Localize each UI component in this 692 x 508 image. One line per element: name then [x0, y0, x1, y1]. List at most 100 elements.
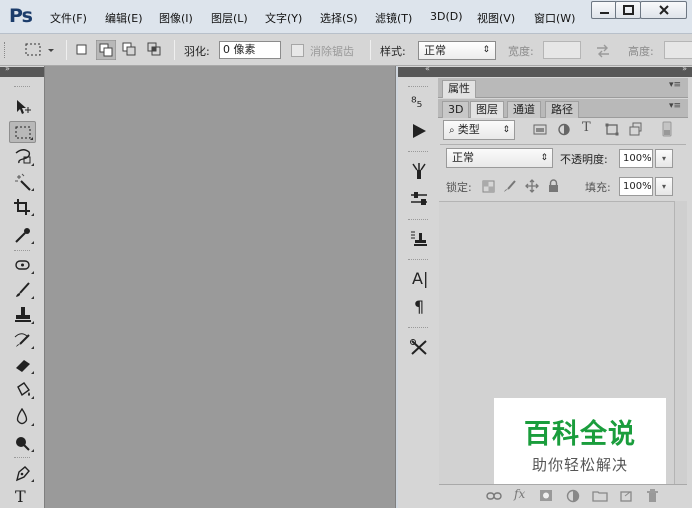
eraser-tool[interactable] — [9, 354, 36, 376]
swap-dimensions-icon[interactable] — [595, 44, 611, 58]
chevron-down-icon: ▾ — [661, 154, 666, 163]
brush-presets-button[interactable] — [402, 160, 436, 182]
type-tool[interactable]: T — [9, 486, 36, 508]
lock-transparent-pixels-icon[interactable] — [482, 180, 495, 193]
layers-scrollbar[interactable] — [674, 201, 687, 484]
clone-stamp-tool[interactable] — [9, 304, 36, 326]
character-panel-button[interactable]: A| — [402, 268, 436, 290]
new-selection-icon[interactable] — [74, 42, 90, 58]
menu-3d[interactable]: 3D(D) — [430, 10, 463, 23]
filter-shape-icon[interactable] — [605, 123, 619, 136]
collapse-icon: » — [5, 64, 10, 73]
dodge-tool[interactable] — [9, 432, 36, 454]
panel-menu-icon[interactable]: ▾≡ — [669, 101, 681, 111]
fx-icon[interactable]: fx — [514, 487, 525, 501]
menu-edit[interactable]: 编辑(E) — [105, 10, 143, 26]
filter-smart-object-icon[interactable] — [628, 122, 642, 136]
height-input[interactable] — [664, 41, 692, 59]
menu-view[interactable]: 视图(V) — [477, 10, 515, 26]
clone-source-button[interactable] — [402, 228, 436, 250]
clone-stamp-icon — [15, 307, 31, 322]
lasso-tool[interactable] — [9, 146, 36, 168]
filter-toggle-switch[interactable] — [662, 121, 672, 137]
marquee-preset-icon[interactable] — [24, 42, 58, 58]
rectangular-marquee-tool[interactable] — [9, 121, 36, 143]
panel-menu-icon[interactable]: ▾≡ — [669, 80, 681, 90]
maximize-button[interactable] — [615, 1, 641, 19]
menu-window[interactable]: 窗口(W) — [534, 10, 575, 26]
antialias-label: 消除锯齿 — [310, 45, 354, 58]
move-tool[interactable] — [9, 96, 36, 118]
tab-3d[interactable]: 3D — [442, 101, 470, 118]
dock-grip[interactable] — [408, 86, 428, 88]
app-logo: Ps — [9, 5, 33, 27]
paragraph-panel-button[interactable]: ¶ — [402, 296, 436, 318]
feather-input[interactable]: 0 像素 — [219, 41, 281, 59]
tab-layers[interactable]: 图层 — [470, 101, 504, 118]
fill-label: 填充: — [585, 181, 611, 194]
watermark: 百科全说 助你轻松解决 — [494, 398, 666, 484]
add-to-selection-icon[interactable] — [96, 40, 116, 60]
filter-pixel-icon[interactable] — [533, 123, 547, 136]
filter-adjustment-icon[interactable] — [557, 123, 571, 136]
history-brush-tool[interactable] — [9, 329, 36, 351]
subtract-selection-icon[interactable] — [120, 40, 138, 58]
menu-select[interactable]: 选择(S) — [320, 10, 358, 26]
fill-input[interactable]: 100% — [619, 177, 653, 196]
brush-tool[interactable] — [9, 279, 36, 301]
new-group-icon[interactable] — [592, 489, 608, 502]
right-panel-header[interactable]: » — [438, 64, 692, 77]
minimize-button[interactable] — [591, 1, 617, 19]
tab-paths[interactable]: 路径 — [545, 101, 579, 118]
style-select[interactable]: 正常 ⇕ — [418, 41, 496, 60]
blur-tool[interactable] — [9, 406, 36, 428]
menu-file[interactable]: 文件(F) — [50, 10, 87, 26]
options-bar: 羽化: 0 像素 消除锯齿 样式: 正常 ⇕ 宽度: 高度: — [0, 34, 692, 66]
close-button[interactable] — [640, 1, 687, 19]
adjustment-layer-icon[interactable] — [566, 489, 580, 503]
width-input[interactable] — [543, 41, 581, 59]
lock-all-icon[interactable] — [547, 179, 560, 193]
tool-presets-button[interactable] — [402, 188, 436, 210]
opacity-input[interactable]: 100% — [619, 149, 653, 168]
lock-position-icon[interactable] — [525, 179, 539, 193]
feather-label: 羽化: — [184, 45, 210, 58]
play-icon — [413, 124, 426, 138]
paint-bucket-tool[interactable] — [9, 379, 36, 401]
filter-type-icon[interactable]: T — [582, 120, 591, 135]
layer-filter-select[interactable]: ⌕ 类型 ⇕ — [443, 120, 515, 140]
tool-flyout-indicator — [31, 188, 34, 191]
tool-flyout-indicator — [31, 241, 34, 244]
blend-mode-select[interactable]: 正常 ⇕ — [446, 148, 553, 168]
fill-dropdown-button[interactable]: ▾ — [655, 177, 673, 196]
magic-wand-icon — [15, 173, 31, 191]
crop-tool[interactable] — [9, 196, 36, 218]
tab-properties[interactable]: 属性 — [442, 80, 476, 98]
options-grip[interactable] — [4, 42, 6, 58]
antialias-checkbox[interactable] — [291, 44, 304, 57]
document-canvas-area[interactable] — [44, 66, 396, 508]
new-layer-icon[interactable] — [619, 489, 633, 503]
actions-panel-button[interactable] — [402, 120, 436, 142]
dock-strip-header[interactable]: « — [398, 64, 438, 77]
pen-tool[interactable] — [9, 462, 36, 484]
intersect-selection-icon[interactable] — [145, 40, 163, 58]
lock-image-pixels-icon[interactable] — [503, 180, 517, 193]
menu-layer[interactable]: 图层(L) — [211, 10, 248, 26]
spot-healing-tool[interactable] — [9, 254, 36, 276]
magic-wand-tool[interactable] — [9, 171, 36, 193]
add-mask-icon[interactable] — [539, 489, 553, 502]
delete-layer-icon[interactable] — [646, 488, 659, 503]
tab-channels[interactable]: 通道 — [507, 101, 541, 118]
link-layers-icon[interactable] — [486, 490, 502, 502]
menu-type[interactable]: 文字(Y) — [265, 10, 302, 26]
history-panel-button[interactable]: ⁸₅ — [402, 94, 436, 116]
tool-flyout-indicator — [31, 271, 34, 274]
eyedropper-tool[interactable] — [9, 224, 36, 246]
opacity-dropdown-button[interactable]: ▾ — [655, 149, 673, 168]
menu-image[interactable]: 图像(I) — [159, 10, 193, 26]
tools-grip[interactable] — [14, 86, 30, 88]
menu-filter[interactable]: 滤镜(T) — [375, 10, 412, 26]
tool-options-button[interactable] — [402, 336, 436, 358]
tools-panel-header[interactable]: » — [0, 64, 44, 77]
